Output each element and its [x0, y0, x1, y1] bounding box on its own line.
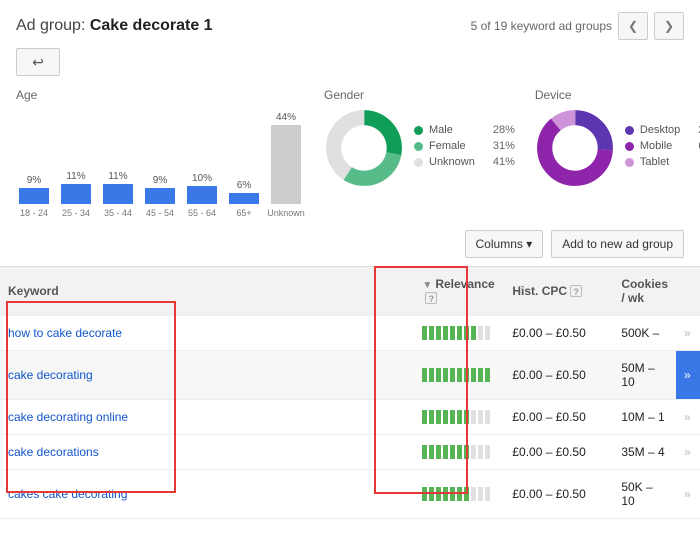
col-hist-cpc[interactable]: Hist. CPC? [504, 267, 613, 316]
hist-cpc-cell: £0.00 – £0.50 [504, 435, 613, 470]
keywords-table: Keyword ▼Relevance? Hist. CPC? Cookies /… [0, 266, 700, 519]
table-row[interactable]: cake decorations £0.00 – £0.5035M – 4» [0, 435, 700, 470]
columns-button[interactable]: Columns ▾ [465, 230, 544, 258]
chevron-down-icon: ▾ [526, 237, 532, 251]
gender-donut-chart [324, 108, 404, 188]
device-legend: Desktop26% Mobile63% Tablet11% [625, 124, 700, 172]
age-bar-chart: 9%18 - 2411%25 - 3411%35 - 449%45 - 5410… [16, 108, 304, 218]
row-expand-button[interactable]: » [676, 400, 700, 435]
legend-row: Unknown41% [414, 156, 515, 168]
age-panel-title: Age [16, 88, 304, 102]
cookies-cell: 50M – 10 [613, 351, 676, 400]
keyword-link[interactable]: cake decorating online [8, 410, 128, 424]
page-title: Ad group: Cake decorate 1 [16, 17, 213, 35]
help-icon[interactable]: ? [570, 285, 582, 297]
relevance-meter [422, 487, 496, 501]
hist-cpc-cell: £0.00 – £0.50 [504, 316, 613, 351]
hist-cpc-cell: £0.00 – £0.50 [504, 400, 613, 435]
age-bar: 10%55 - 64 [184, 173, 220, 218]
row-expand-button[interactable]: » [676, 316, 700, 351]
keyword-link[interactable]: cakes cake decorating [8, 487, 127, 501]
cookies-cell: 10M – 1 [613, 400, 676, 435]
next-button[interactable]: ❯ [654, 12, 684, 40]
device-panel-title: Device [535, 88, 700, 102]
prev-button[interactable]: ❮ [618, 12, 648, 40]
table-row[interactable]: how to cake decorate £0.00 – £0.50500K –» [0, 316, 700, 351]
relevance-meter [422, 410, 496, 424]
hist-cpc-cell: £0.00 – £0.50 [504, 351, 613, 400]
keyword-link[interactable]: how to cake decorate [8, 326, 122, 340]
legend-row: Desktop26% [625, 124, 700, 136]
gender-panel-title: Gender [324, 88, 515, 102]
back-button[interactable]: ↩ [16, 48, 60, 76]
table-row[interactable]: cake decorating online £0.00 – £0.5010M –… [0, 400, 700, 435]
sort-desc-icon: ▼ [422, 280, 432, 291]
relevance-meter [422, 445, 496, 459]
legend-row: Mobile63% [625, 140, 700, 152]
cookies-cell: 35M – 4 [613, 435, 676, 470]
relevance-meter [422, 368, 496, 382]
gender-legend: Male28% Female31% Unknown41% [414, 124, 515, 172]
table-row[interactable]: cakes cake decorating £0.00 – £0.5050K – … [0, 470, 700, 519]
col-cookies[interactable]: Cookies / wk [613, 267, 676, 316]
age-bar: 44%Unknown [268, 112, 304, 218]
age-bar: 9%18 - 24 [16, 175, 52, 218]
age-bar: 11%35 - 44 [100, 171, 136, 218]
row-expand-button[interactable]: » [676, 435, 700, 470]
legend-row: Male28% [414, 124, 515, 136]
help-icon[interactable]: ? [425, 292, 437, 304]
keyword-link[interactable]: cake decorating [8, 368, 93, 382]
cookies-cell: 50K – 10 [613, 470, 676, 519]
age-bar: 6%65+ [226, 180, 262, 218]
row-expand-button[interactable]: » [676, 351, 700, 400]
legend-row: Tablet11% [625, 156, 700, 168]
device-donut-chart [535, 108, 615, 188]
cookies-cell: 500K – [613, 316, 676, 351]
pager-text: 5 of 19 keyword ad groups [471, 19, 612, 33]
keyword-link[interactable]: cake decorations [8, 445, 99, 459]
age-bar: 9%45 - 54 [142, 175, 178, 218]
age-bar: 11%25 - 34 [58, 171, 94, 218]
col-relevance[interactable]: ▼Relevance? [414, 267, 504, 316]
pager: 5 of 19 keyword ad groups ❮ ❯ [471, 12, 684, 40]
hist-cpc-cell: £0.00 – £0.50 [504, 470, 613, 519]
add-to-group-button[interactable]: Add to new ad group [551, 230, 684, 258]
table-row[interactable]: cake decorating £0.00 – £0.5050M – 10» [0, 351, 700, 400]
relevance-meter [422, 326, 496, 340]
row-expand-button[interactable]: » [676, 470, 700, 519]
legend-row: Female31% [414, 140, 515, 152]
col-keyword[interactable]: Keyword [0, 267, 188, 316]
